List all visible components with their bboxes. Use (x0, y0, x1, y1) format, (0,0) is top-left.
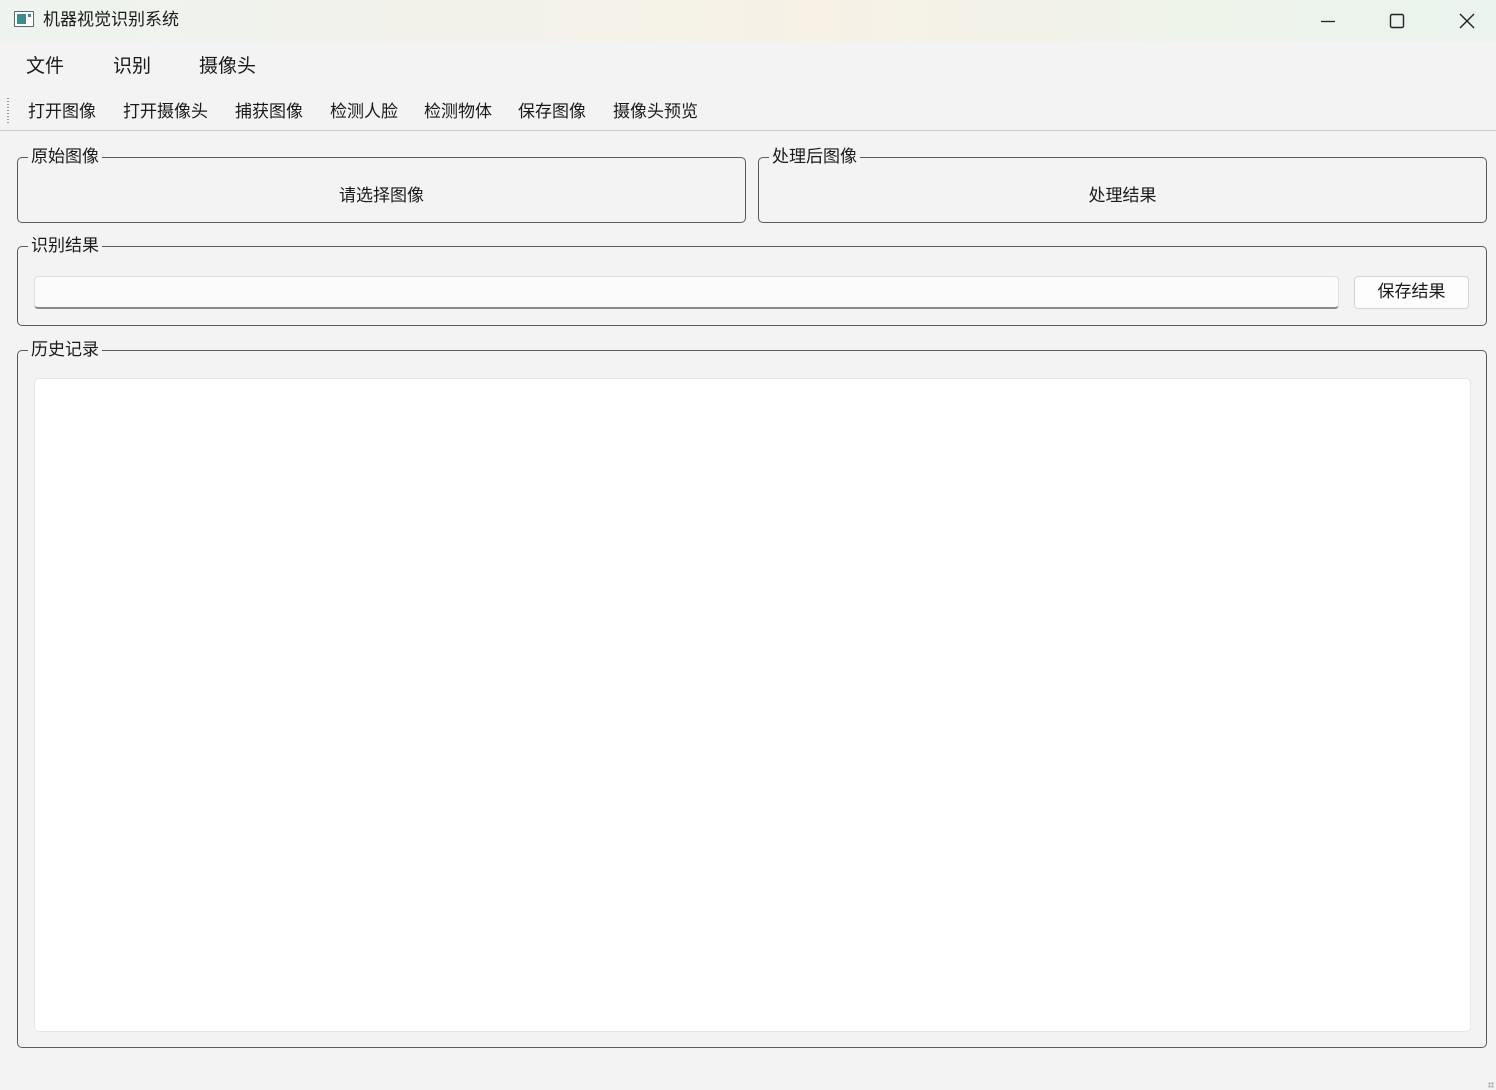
maximize-button[interactable] (1362, 0, 1432, 42)
processed-image-placeholder: 处理结果 (1088, 186, 1157, 206)
toolbar-grip[interactable] (7, 98, 9, 124)
camera-preview-button[interactable]: 摄像头预览 (613, 101, 698, 123)
menu-bar: 文件 识别 摄像头 (0, 42, 1496, 90)
original-image-group: 原始图像 请选择图像 (17, 145, 746, 223)
menu-camera[interactable]: 摄像头 (199, 54, 256, 78)
menu-file[interactable]: 文件 (26, 54, 64, 78)
toolbar: 打开图像 打开摄像头 捕获图像 检测人脸 检测物体 保存图像 摄像头预览 (0, 94, 1496, 131)
recognition-result-group: 识别结果 保存结果 (17, 234, 1487, 326)
original-image-title: 原始图像 (28, 145, 102, 169)
save-image-button[interactable]: 保存图像 (518, 101, 586, 123)
original-image-placeholder: 请选择图像 (339, 186, 424, 206)
title-bar: 机器视觉识别系统 (0, 0, 1496, 42)
detect-face-button[interactable]: 检测人脸 (330, 101, 398, 123)
close-button[interactable] (1432, 0, 1496, 42)
history-list[interactable] (34, 378, 1471, 1032)
history-group: 历史记录 (17, 338, 1487, 1048)
detect-object-button[interactable]: 检测物体 (424, 101, 492, 123)
maximize-icon (1389, 13, 1405, 29)
save-result-button[interactable]: 保存结果 (1354, 276, 1469, 309)
menu-recognize[interactable]: 识别 (113, 54, 151, 78)
processed-image-title: 处理后图像 (769, 145, 860, 169)
processed-image-group: 处理后图像 处理结果 (758, 145, 1487, 223)
recognition-result-field[interactable] (34, 276, 1339, 309)
minimize-icon (1321, 20, 1335, 23)
recognition-result-title: 识别结果 (28, 234, 102, 258)
capture-image-button[interactable]: 捕获图像 (235, 101, 303, 123)
window-title: 机器视觉识别系统 (43, 10, 179, 30)
minimize-button[interactable] (1293, 0, 1363, 42)
open-camera-button[interactable]: 打开摄像头 (123, 101, 208, 123)
close-icon (1459, 13, 1475, 29)
main-window: 机器视觉识别系统 文件 识别 摄像头 打开图像 打开摄像头 捕获图像 检测人脸 … (0, 0, 1496, 1090)
app-icon (14, 11, 34, 27)
resize-grip[interactable] (1488, 1082, 1494, 1088)
history-title: 历史记录 (28, 338, 102, 362)
open-image-button[interactable]: 打开图像 (28, 101, 96, 123)
